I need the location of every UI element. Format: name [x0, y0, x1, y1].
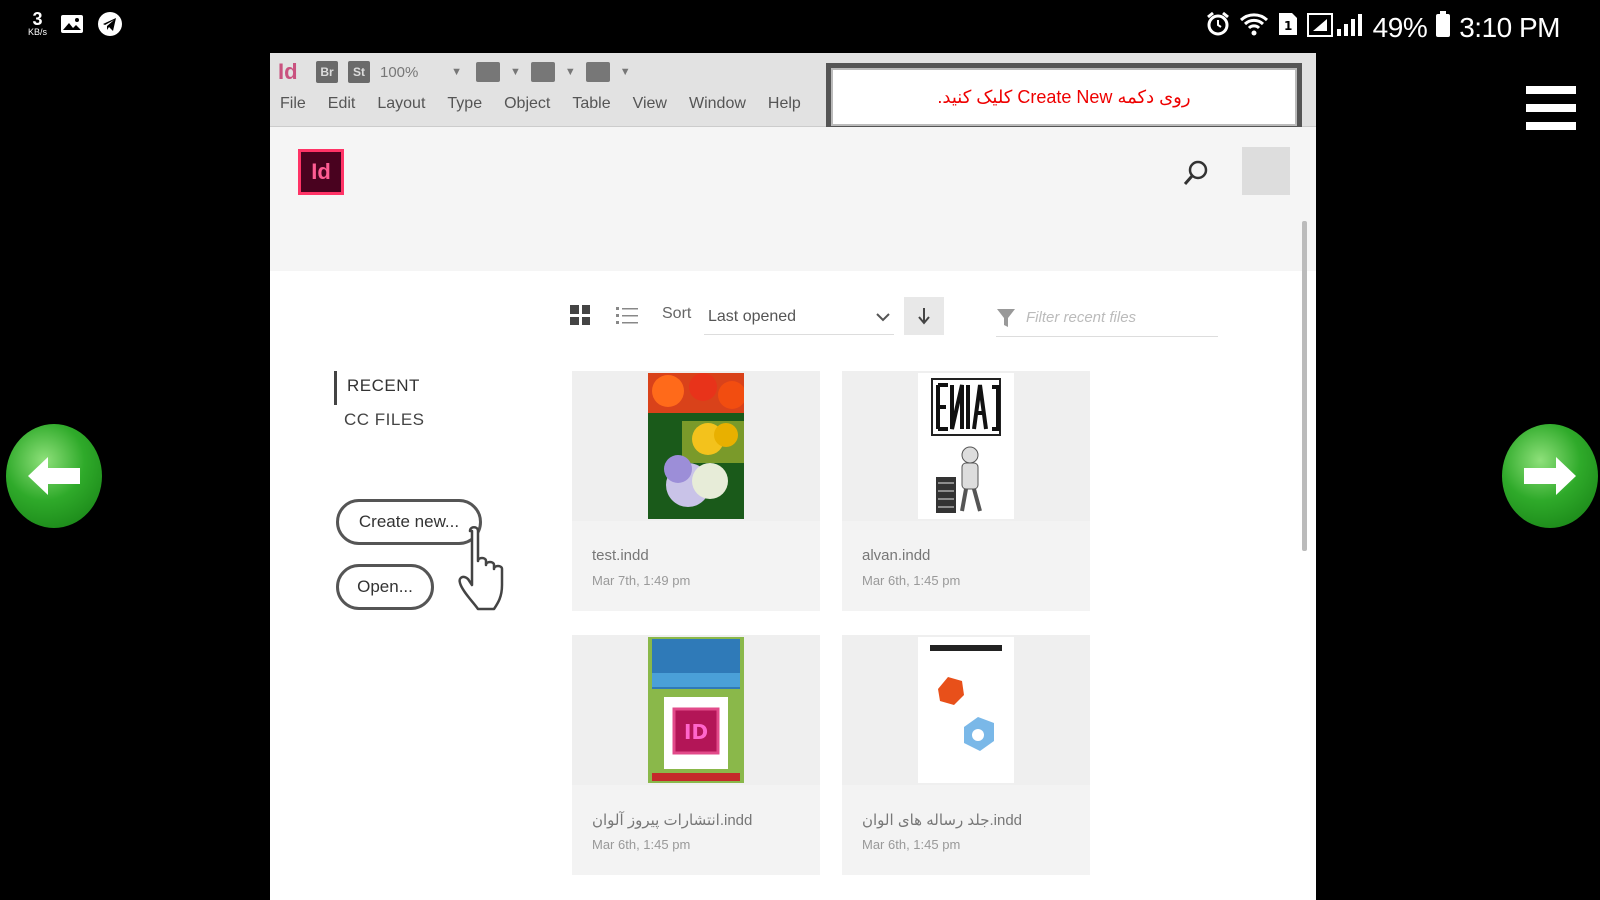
file-date: Mar 7th, 1:49 pm	[592, 573, 691, 588]
file-thumbnail-area	[842, 371, 1090, 521]
menu-layout[interactable]: Layout	[377, 95, 425, 113]
filter-input[interactable]	[1026, 309, 1206, 326]
stock-button[interactable]: St	[348, 61, 370, 83]
menu-table[interactable]: Table	[572, 95, 610, 113]
grid-view-icon[interactable]	[570, 305, 590, 325]
status-bar: 3 KB/s 1 49% 3:10 PM	[0, 0, 1600, 52]
callout-text: روی دکمه Create New کلیک کنید.	[937, 86, 1191, 107]
sort-direction-button[interactable]	[904, 297, 944, 335]
screen-mode-icon[interactable]	[530, 62, 555, 82]
main-menu: File Edit Layout Type Object Table View …	[280, 95, 801, 113]
menu-view[interactable]: View	[633, 95, 667, 113]
file-name: انتشارات پیروز آلوان.indd	[592, 812, 753, 829]
file-card[interactable]: alvan.indd Mar 6th, 1:45 pm	[842, 371, 1090, 611]
files-toolbar: Sort Last opened	[570, 293, 1218, 341]
svg-text:1: 1	[1284, 19, 1292, 33]
wifi-icon	[1239, 11, 1269, 44]
arrow-left-icon	[28, 457, 80, 495]
zoom-select[interactable]: 100% ▼	[380, 64, 466, 81]
pointing-hand-icon	[458, 526, 504, 611]
svg-text:ID: ID	[684, 720, 708, 744]
home-sidebar: RECENT CC FILES	[334, 371, 425, 439]
telegram-icon	[97, 11, 123, 37]
network-speed: 3 KB/s	[28, 10, 47, 37]
home-header: Id	[270, 127, 1316, 271]
zoom-value: 100%	[380, 63, 419, 81]
clock: 3:10 PM	[1459, 11, 1560, 43]
hamburger-bar	[1526, 86, 1576, 94]
filter-field	[996, 299, 1218, 337]
menu-edit[interactable]: Edit	[328, 95, 356, 113]
menu-bar: Id Br St 100% ▼ ▼ ▼ ▼ File Edit Layout T…	[270, 53, 1316, 131]
app-badge: Id	[278, 59, 298, 84]
bridge-button[interactable]: Br	[316, 61, 338, 83]
signal-icon	[1306, 11, 1365, 44]
arrange-documents-icon[interactable]	[585, 62, 610, 82]
file-card[interactable]: جلد رساله های الوان.indd Mar 6th, 1:45 p…	[842, 635, 1090, 875]
sidebar-item-cc-files[interactable]: CC FILES	[334, 405, 425, 439]
chevron-down-icon	[876, 312, 890, 321]
file-name: alvan.indd	[862, 547, 931, 564]
arrow-right-icon	[1524, 457, 1576, 495]
alarm-icon	[1205, 11, 1231, 44]
network-speed-value: 3	[32, 9, 43, 29]
sim-icon: 1	[1277, 11, 1299, 44]
file-card[interactable]: ID انتشارات پیروز آلوان.indd Mar 6th, 1:…	[572, 635, 820, 875]
avatar[interactable]	[1242, 147, 1290, 195]
network-speed-unit: KB/s	[28, 27, 48, 37]
open-button[interactable]: Open...	[336, 564, 434, 610]
scrollbar[interactable]	[1302, 221, 1307, 551]
menu-window[interactable]: Window	[689, 95, 746, 113]
file-name: جلد رساله های الوان.indd	[862, 812, 1023, 829]
view-options-icon[interactable]	[476, 62, 500, 82]
search-icon	[1183, 160, 1208, 185]
next-slide-button[interactable]	[1502, 424, 1598, 528]
file-thumbnail-area	[842, 635, 1090, 785]
app-toolbar: Id Br St 100% ▼ ▼ ▼ ▼	[278, 59, 631, 85]
filter-icon	[997, 308, 1015, 327]
menu-help[interactable]: Help	[768, 95, 801, 113]
chevron-down-icon: ▼	[451, 66, 462, 78]
chevron-down-icon: ▼	[510, 66, 521, 78]
menu-file[interactable]: File	[280, 95, 306, 113]
file-thumbnail-area	[572, 371, 820, 521]
file-thumbnail-eniac	[918, 373, 1014, 519]
previous-slide-button[interactable]	[6, 424, 102, 528]
hamburger-bar	[1526, 122, 1576, 130]
file-name: test.indd	[592, 547, 649, 564]
sort-value: Last opened	[708, 307, 797, 325]
battery-percent: 49%	[1372, 11, 1428, 43]
search-button[interactable]	[1180, 157, 1212, 189]
file-date: Mar 6th, 1:45 pm	[862, 837, 961, 852]
file-date: Mar 6th, 1:45 pm	[592, 837, 691, 852]
arrow-down-icon	[918, 308, 930, 325]
file-thumbnail-indesign-book: ID	[648, 637, 744, 783]
sidebar-item-recent[interactable]: RECENT	[334, 371, 425, 405]
menu-type[interactable]: Type	[447, 95, 482, 113]
file-thumbnail-alvan-cover	[918, 637, 1014, 783]
file-thumbnail-area: ID	[572, 635, 820, 785]
indesign-logo: Id	[298, 149, 344, 195]
tutorial-callout: روی دکمه Create New کلیک کنید.	[826, 63, 1302, 131]
battery-icon	[1435, 10, 1451, 45]
file-thumbnail-flowers	[648, 373, 744, 519]
gallery-icon	[59, 11, 85, 37]
chevron-down-icon: ▼	[619, 66, 631, 78]
chevron-down-icon: ▼	[564, 66, 576, 78]
hamburger-menu-button[interactable]	[1526, 86, 1576, 130]
indesign-window: Id Br St 100% ▼ ▼ ▼ ▼ File Edit Layout T…	[270, 53, 1316, 900]
sort-label: Sort	[662, 305, 692, 322]
menu-object[interactable]: Object	[504, 95, 550, 113]
file-card[interactable]: test.indd Mar 7th, 1:49 pm	[572, 371, 820, 611]
list-view-icon[interactable]	[616, 305, 638, 325]
sort-select[interactable]: Last opened	[704, 299, 894, 335]
file-date: Mar 6th, 1:45 pm	[862, 573, 961, 588]
hamburger-bar	[1526, 104, 1576, 112]
